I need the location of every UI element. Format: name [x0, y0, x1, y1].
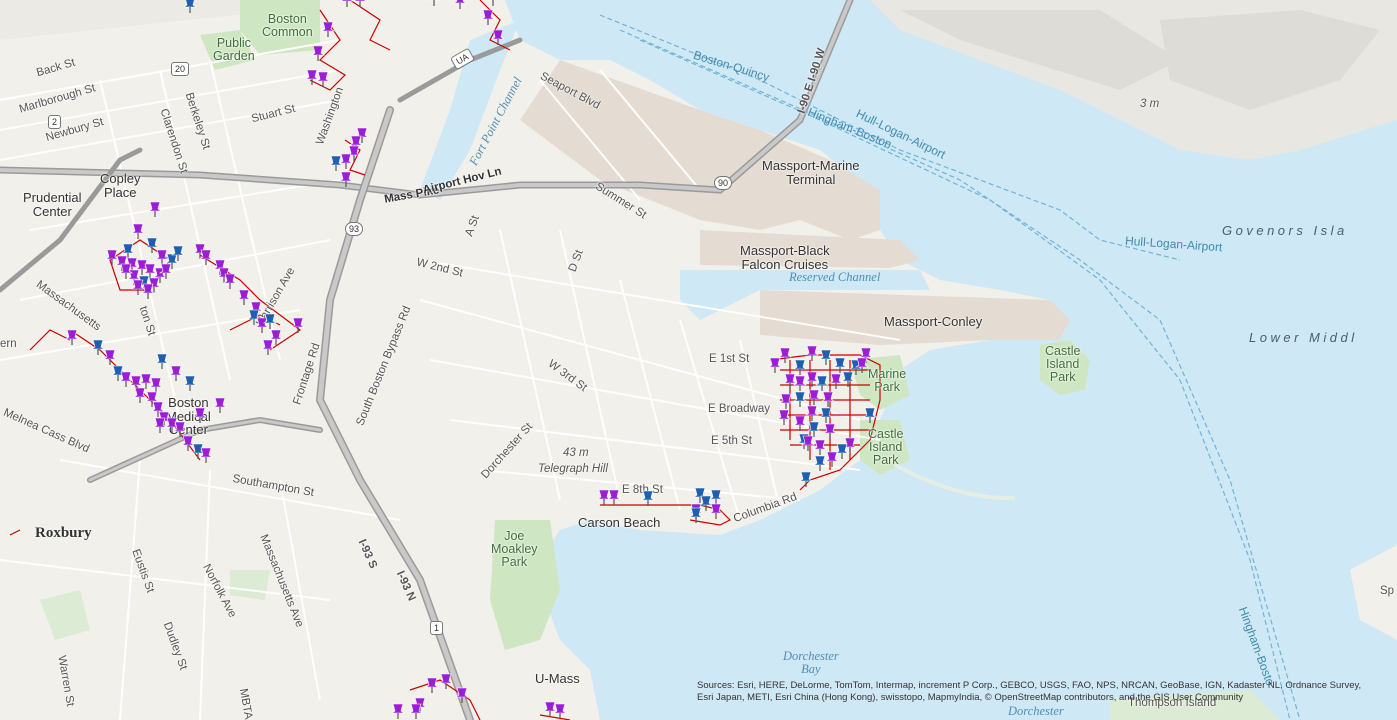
pin-purple-icon[interactable] [199, 249, 213, 265]
pin-purple-icon[interactable] [339, 153, 353, 169]
pin-blue-icon[interactable] [819, 407, 833, 423]
pin-purple-icon[interactable] [316, 71, 330, 87]
pin-blue-icon[interactable] [183, 375, 197, 391]
pin-blue-icon[interactable] [815, 375, 829, 391]
map-view[interactable]: Boston Common Public Garden Prudential Cent… [0, 0, 1397, 720]
pin-blue-icon[interactable] [863, 407, 877, 423]
pin-purple-icon[interactable] [409, 703, 423, 719]
pin-blue-icon[interactable] [793, 359, 807, 375]
pin-blue-icon[interactable] [91, 339, 105, 355]
pin-purple-icon[interactable] [311, 45, 325, 61]
pin-blue-icon[interactable] [641, 490, 655, 506]
pin-purple-icon[interactable] [829, 373, 843, 389]
pin-blue-icon[interactable] [709, 489, 723, 505]
pin-purple-icon[interactable] [825, 451, 839, 467]
pin-purple-icon[interactable] [453, 0, 467, 9]
pin-purple-icon[interactable] [339, 171, 353, 187]
pin-blue-icon[interactable] [793, 391, 807, 407]
pin-purple-icon[interactable] [768, 357, 782, 373]
pin-blue-icon[interactable] [841, 371, 855, 387]
pin-purple-icon[interactable] [805, 345, 819, 361]
pin-purple-icon[interactable] [391, 703, 405, 719]
map-attribution: Sources: Esri, HERE, DeLorme, TomTom, In… [697, 680, 1362, 703]
pin-purple-icon[interactable] [261, 339, 275, 355]
pin-purple-icon[interactable] [119, 263, 133, 279]
pin-purple-icon[interactable] [199, 447, 213, 463]
pin-blue-icon[interactable] [145, 237, 159, 253]
pin-purple-icon[interactable] [607, 489, 621, 505]
pin-purple-icon[interactable] [103, 349, 117, 365]
pin-purple-icon[interactable] [321, 21, 335, 37]
pin-purple-icon[interactable] [291, 317, 305, 333]
pin-blue-icon[interactable] [835, 443, 849, 459]
pin-purple-icon[interactable] [553, 703, 567, 719]
pin-purple-icon[interactable] [353, 0, 367, 7]
pin-purple-icon[interactable] [305, 69, 319, 85]
pin-purple-icon[interactable] [427, 0, 441, 6]
pin-purple-icon[interactable] [181, 435, 195, 451]
pin-blue-icon[interactable] [689, 507, 703, 523]
pin-blue-icon[interactable] [799, 471, 813, 487]
pin-purple-icon[interactable] [213, 397, 227, 413]
pin-purple-icon[interactable] [807, 389, 821, 405]
pin-purple-icon[interactable] [141, 283, 155, 299]
pin-purple-icon[interactable] [486, 0, 500, 6]
pin-purple-icon[interactable] [543, 701, 557, 717]
pin-purple-icon[interactable] [783, 373, 797, 389]
pin-purple-icon[interactable] [148, 201, 162, 217]
pin-purple-icon[interactable] [169, 365, 183, 381]
pin-purple-icon[interactable] [131, 223, 145, 239]
pin-purple-icon[interactable] [255, 317, 269, 333]
pin-purple-icon[interactable] [793, 415, 807, 431]
pin-purple-icon[interactable] [481, 9, 495, 25]
pin-purple-icon[interactable] [777, 409, 791, 425]
pin-purple-icon[interactable] [813, 439, 827, 455]
pin-blue-icon[interactable] [329, 155, 343, 171]
pin-purple-icon[interactable] [425, 677, 439, 693]
pin-purple-icon[interactable] [597, 489, 611, 505]
pin-purple-icon[interactable] [805, 405, 819, 421]
pin-purple-icon[interactable] [821, 391, 835, 407]
pin-purple-icon[interactable] [340, 0, 354, 7]
pin-purple-icon[interactable] [105, 249, 119, 265]
pin-purple-icon[interactable] [193, 407, 207, 423]
pin-blue-icon[interactable] [813, 455, 827, 471]
pin-purple-icon[interactable] [491, 29, 505, 45]
pin-purple-icon[interactable] [778, 347, 792, 363]
pin-blue-icon[interactable] [183, 0, 197, 13]
pin-purple-icon[interactable] [153, 417, 167, 433]
pin-purple-icon[interactable] [855, 357, 869, 373]
pin-purple-icon[interactable] [779, 393, 793, 409]
pin-purple-icon[interactable] [439, 673, 453, 689]
pin-blue-icon[interactable] [699, 495, 713, 511]
pin-purple-icon[interactable] [223, 273, 237, 289]
pin-purple-icon[interactable] [237, 289, 251, 305]
pin-purple-icon[interactable] [823, 423, 837, 439]
pin-blue-icon[interactable] [833, 357, 847, 373]
pin-purple-icon[interactable] [65, 329, 79, 345]
pin-layer [65, 0, 877, 719]
pin-purple-icon[interactable] [793, 375, 807, 391]
pin-purple-icon[interactable] [173, 421, 187, 437]
pin-purple-icon[interactable] [709, 503, 723, 519]
pin-purple-icon[interactable] [133, 387, 147, 403]
pin-blue-icon[interactable] [819, 349, 833, 365]
pin-purple-icon[interactable] [149, 377, 163, 393]
pin-blue-icon[interactable] [155, 353, 169, 369]
pin-purple-icon[interactable] [455, 687, 469, 703]
pin-blue-icon[interactable] [807, 421, 821, 437]
